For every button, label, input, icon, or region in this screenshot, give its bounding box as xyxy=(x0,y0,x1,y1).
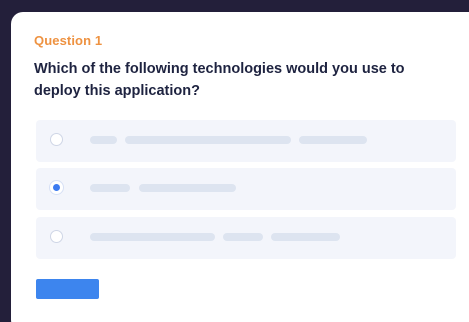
placeholder-text-bar xyxy=(271,233,340,241)
answer-option-2[interactable] xyxy=(36,168,456,210)
question-text: Which of the following technologies woul… xyxy=(34,61,405,99)
submit-button[interactable] xyxy=(36,279,99,299)
placeholder-text-bar xyxy=(299,136,367,144)
placeholder-text-bar xyxy=(223,233,263,241)
radio-button-unselected[interactable] xyxy=(50,230,63,243)
question-number-label: Question 1 xyxy=(34,33,103,48)
answer-option-3[interactable] xyxy=(36,217,456,259)
question-card: Question 1 Which of the following techno… xyxy=(11,12,469,322)
placeholder-text-bar xyxy=(90,136,117,144)
radio-button-selected[interactable] xyxy=(50,181,63,194)
answer-option-1[interactable] xyxy=(36,120,456,162)
placeholder-text-bar xyxy=(139,184,236,192)
placeholder-text-bar xyxy=(125,136,291,144)
radio-button-unselected[interactable] xyxy=(50,133,63,146)
placeholder-text-bar xyxy=(90,184,130,192)
placeholder-text-bar xyxy=(90,233,215,241)
